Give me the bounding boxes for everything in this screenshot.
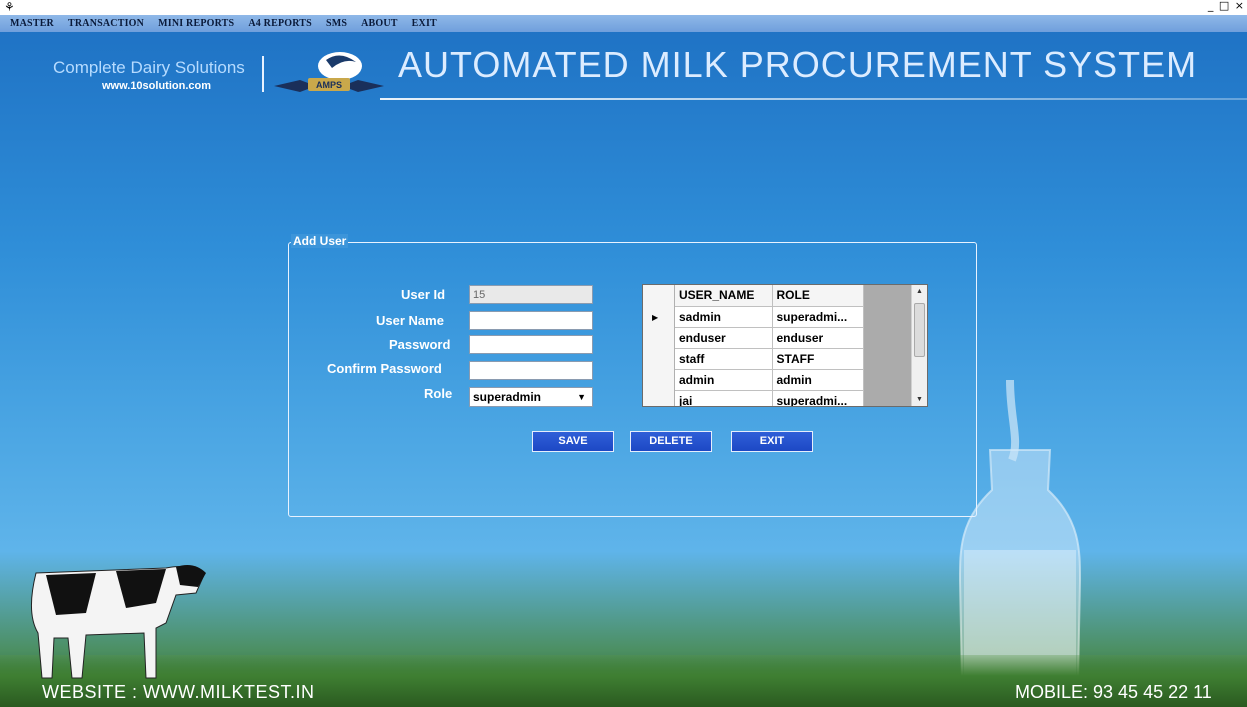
cell-role[interactable]: superadmi... (772, 390, 864, 406)
app-icon: ⚘ (4, 0, 15, 14)
menu-transaction[interactable]: TRANSACTION (68, 18, 144, 29)
cell-user-name[interactable]: admin (675, 369, 773, 391)
user-id-field (469, 285, 593, 304)
table-row[interactable]: sadmin superadmi... (675, 306, 864, 328)
cell-user-name[interactable]: jai (675, 390, 773, 406)
password-label: Password (389, 337, 451, 352)
user-name-field[interactable] (469, 311, 593, 330)
window-titlebar: ⚘ _ □ × (0, 0, 1247, 15)
column-header-user-name[interactable]: USER_NAME (675, 285, 773, 307)
save-button[interactable]: SAVE (532, 431, 614, 452)
confirm-password-label: Confirm Password (327, 361, 442, 376)
chevron-down-icon: ▼ (577, 392, 586, 402)
header-divider (262, 56, 264, 92)
menu-exit[interactable]: EXIT (412, 18, 437, 29)
brand-tagline: Complete Dairy Solutions (53, 58, 245, 77)
cell-user-name[interactable]: staff (675, 348, 773, 370)
password-field[interactable] (469, 335, 593, 354)
exit-button[interactable]: EXIT (731, 431, 813, 452)
table-row[interactable]: staff STAFF (675, 348, 864, 370)
brand-url: www.10solution.com (102, 80, 211, 92)
menu-master[interactable]: MASTER (10, 18, 54, 29)
menu-bar: MASTER TRANSACTION MINI REPORTS A4 REPOR… (0, 15, 1247, 32)
cell-user-name[interactable]: enduser (675, 327, 773, 349)
confirm-password-field[interactable] (469, 361, 593, 380)
users-table: USER_NAME ROLE sadmin superadmi... endus… (675, 285, 864, 406)
cow-image (31, 565, 206, 679)
menu-a4-reports[interactable]: A4 REPORTS (248, 18, 312, 29)
cell-role[interactable]: STAFF (772, 348, 864, 370)
column-header-role[interactable]: ROLE (772, 285, 864, 307)
menu-mini-reports[interactable]: MINI REPORTS (158, 18, 234, 29)
menu-about[interactable]: ABOUT (361, 18, 398, 29)
menu-sms[interactable]: SMS (326, 18, 347, 29)
header-line (380, 98, 1247, 100)
app-title: AUTOMATED MILK PROCUREMENT SYSTEM (398, 44, 1198, 85)
cell-role[interactable]: superadmi... (772, 306, 864, 328)
app-header: Complete Dairy Solutions www.10solution.… (0, 32, 1247, 102)
grid-row-headers: ▶ (643, 285, 675, 406)
table-row[interactable]: enduser enduser (675, 327, 864, 349)
cell-user-name[interactable]: sadmin (675, 306, 773, 328)
groupbox-title: Add User (291, 234, 349, 248)
scrollbar-thumb[interactable] (914, 303, 925, 357)
current-row-arrow-icon: ▶ (652, 313, 659, 322)
amps-logo: AMPS (274, 52, 384, 92)
role-selected-value: superadmin (473, 390, 542, 404)
user-name-label: User Name (376, 313, 444, 328)
table-row[interactable]: admin admin (675, 369, 864, 391)
scroll-down-icon[interactable]: ▼ (916, 396, 923, 403)
footer-website: WEBSITE : WWW.MILKTEST.IN (42, 682, 315, 702)
grid-vertical-scrollbar[interactable]: ▲ ▼ (911, 285, 927, 406)
cell-role[interactable]: admin (772, 369, 864, 391)
role-dropdown[interactable]: superadmin ▼ (469, 387, 593, 407)
user-id-label: User Id (401, 287, 446, 302)
scroll-up-icon[interactable]: ▲ (916, 288, 923, 295)
users-grid[interactable]: ▶ USER_NAME ROLE sadmin superadmi... end… (642, 284, 928, 407)
footer-mobile: MOBILE: 93 45 45 22 11 (1015, 682, 1212, 702)
window-controls[interactable]: _ □ × (1208, 0, 1245, 12)
role-label: Role (424, 386, 453, 401)
table-row[interactable]: jai superadmi... (675, 390, 864, 406)
delete-button[interactable]: DELETE (630, 431, 712, 452)
cell-role[interactable]: enduser (772, 327, 864, 349)
logo-text: AMPS (316, 80, 342, 90)
